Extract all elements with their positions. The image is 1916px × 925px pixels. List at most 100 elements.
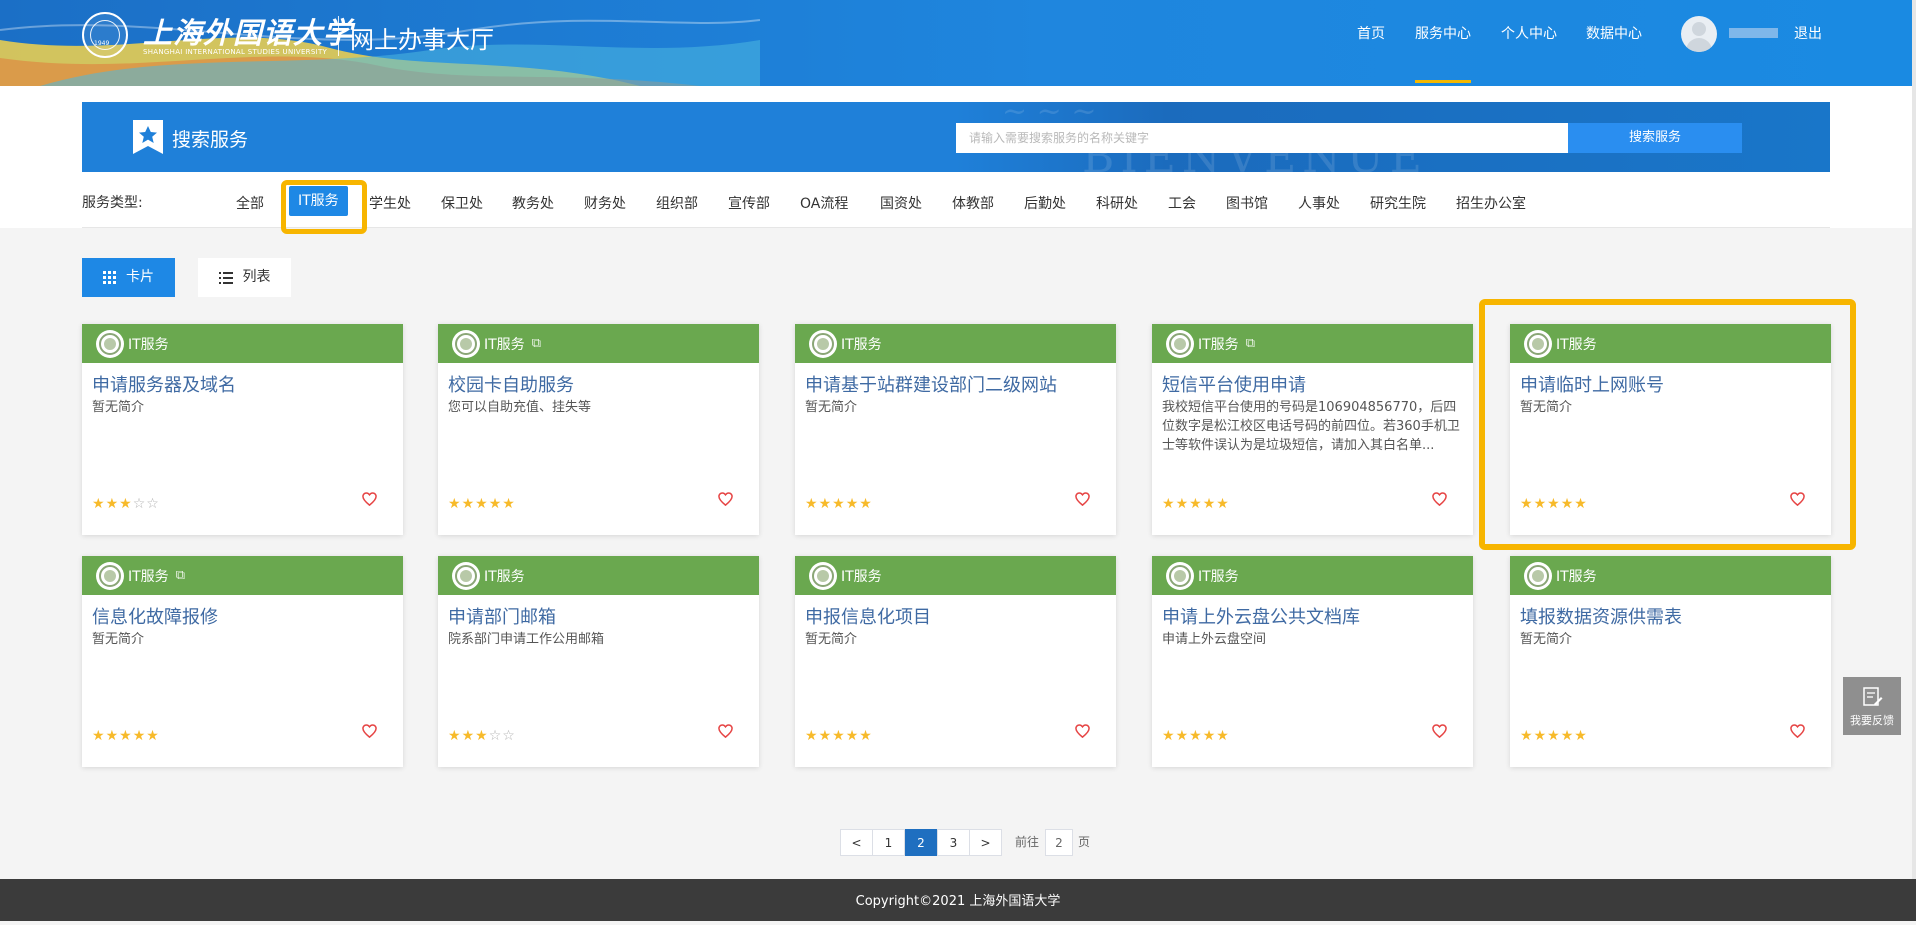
- type-student-affairs[interactable]: 学生处: [369, 193, 411, 213]
- star-filled-icon: ★: [119, 496, 133, 512]
- card-title[interactable]: 申报信息化项目: [805, 603, 931, 629]
- card-title[interactable]: 申请部门邮箱: [448, 603, 556, 629]
- card-description: 暂无简介: [805, 400, 858, 415]
- nav-service-center[interactable]: 服务中心: [1415, 23, 1471, 43]
- goto-suffix: 页: [1077, 835, 1090, 849]
- star-filled-icon: ★: [859, 728, 873, 744]
- favorite-heart-icon[interactable]: [718, 724, 733, 739]
- card-header: IT服务: [795, 324, 1116, 363]
- page-2-current[interactable]: 2: [905, 829, 937, 856]
- next-page-button[interactable]: >: [969, 829, 1002, 856]
- card-header: IT服务: [82, 324, 403, 363]
- logo-divider: [338, 16, 339, 56]
- service-card[interactable]: IT服务申请基于站群建设部门二级网站暂无简介 ★★★★★: [795, 324, 1116, 535]
- external-link-icon[interactable]: ⧉: [1246, 336, 1255, 351]
- type-security[interactable]: 保卫处: [441, 193, 483, 213]
- nav-personal-center[interactable]: 个人中心: [1501, 23, 1557, 43]
- favorite-heart-icon[interactable]: [718, 492, 733, 507]
- card-category: IT服务: [484, 336, 525, 353]
- service-card[interactable]: IT服务 填报数据资源供需表 暂无简介 ★★★★★: [1510, 556, 1831, 767]
- card-title[interactable]: 申请服务器及域名: [92, 371, 236, 397]
- prev-page-button[interactable]: <: [840, 829, 873, 856]
- favorite-heart-icon[interactable]: [1075, 724, 1090, 739]
- card-view-label: 卡片: [126, 269, 154, 285]
- type-academic-affairs[interactable]: 教务处: [512, 193, 554, 213]
- page-1[interactable]: 1: [872, 829, 905, 856]
- university-name-cn: 上海外国语大学: [143, 16, 354, 50]
- type-admissions[interactable]: 招生办公室: [1456, 193, 1526, 213]
- university-name-en: SHANGHAI INTERNATIONAL STUDIES UNIVERSIT…: [143, 48, 328, 56]
- star-filled-icon: ★: [845, 496, 860, 512]
- card-title[interactable]: 申请上外云盘公共文档库: [1162, 603, 1360, 629]
- logout-link[interactable]: 退出: [1794, 23, 1822, 43]
- card-title[interactable]: 填报数据资源供需表: [1520, 603, 1682, 629]
- star-filled-icon: ★: [475, 728, 489, 744]
- favorite-heart-icon[interactable]: [1790, 724, 1805, 739]
- service-card[interactable]: IT服务 ⧉ 短信平台使用申请 我校短信平台使用的号码是106904856770，后四…: [1152, 324, 1473, 535]
- favorite-heart-icon[interactable]: [362, 724, 377, 739]
- favorite-heart-icon[interactable]: [1075, 492, 1090, 507]
- type-oa-process[interactable]: OA流程: [800, 193, 848, 213]
- type-assets[interactable]: 国资处: [880, 193, 922, 213]
- grid-icon: [103, 271, 116, 284]
- card-title[interactable]: 信息化故障报修: [92, 603, 218, 629]
- card-description: 院系部门申请工作公用邮箱: [448, 632, 605, 647]
- card-category: IT服务: [1556, 568, 1597, 585]
- service-card[interactable]: IT服务 申报信息化项目 暂无简介 ★★★★★: [795, 556, 1116, 767]
- list-icon: [218, 271, 233, 284]
- bookmark-star-icon: [133, 120, 163, 154]
- service-card[interactable]: IT服务 申请服务器及域名 暂无简介 ★★★☆☆: [82, 324, 403, 535]
- page-3[interactable]: 3: [937, 829, 970, 856]
- star-filled-icon: ★: [1175, 496, 1190, 512]
- type-sports[interactable]: 体教部: [952, 193, 994, 213]
- scrollbar-track[interactable]: [1912, 0, 1916, 921]
- star-empty-icon: ☆: [488, 728, 503, 744]
- card-category: IT服务: [128, 336, 169, 353]
- edit-note-icon: [1863, 687, 1883, 706]
- card-description: 暂无简介: [92, 632, 145, 647]
- external-link-icon[interactable]: ⧉: [176, 568, 185, 583]
- service-card[interactable]: IT服务 ⧉ 校园卡自助服务 您可以自助充值、挂失等 ★★★★★: [438, 324, 759, 535]
- category-badge-icon: [452, 561, 480, 590]
- type-publicity[interactable]: 宣传部: [728, 193, 770, 213]
- type-organization[interactable]: 组织部: [656, 193, 698, 213]
- type-all[interactable]: 全部: [236, 193, 264, 213]
- type-research[interactable]: 科研处: [1096, 193, 1138, 213]
- goto-page-input[interactable]: 2: [1045, 829, 1073, 856]
- nav-home[interactable]: 首页: [1357, 23, 1385, 43]
- external-link-icon[interactable]: ⧉: [532, 336, 541, 351]
- card-title[interactable]: 短信平台使用申请: [1162, 371, 1306, 397]
- rating-stars: ★★★★★: [805, 497, 873, 511]
- type-graduate-school[interactable]: 研究生院: [1370, 193, 1426, 213]
- type-library[interactable]: 图书馆: [1226, 193, 1268, 213]
- card-title[interactable]: 校园卡自助服务: [448, 371, 574, 397]
- feedback-button[interactable]: 我要反馈: [1843, 677, 1901, 735]
- type-hr[interactable]: 人事处: [1298, 193, 1340, 213]
- type-finance[interactable]: 财务处: [584, 193, 626, 213]
- card-view-button[interactable]: 卡片: [82, 258, 175, 297]
- rating-stars: ★★★☆☆: [92, 497, 160, 511]
- search-button[interactable]: 搜索服务: [1568, 123, 1742, 153]
- university-seal-logo[interactable]: 1949: [82, 12, 128, 58]
- star-filled-icon: ★: [1533, 728, 1548, 744]
- list-view-button[interactable]: 列表: [198, 258, 291, 297]
- type-logistics[interactable]: 后勤处: [1024, 193, 1066, 213]
- rating-stars: ★★★★★: [1162, 497, 1230, 511]
- type-union[interactable]: 工会: [1168, 193, 1196, 213]
- card-description: 申请上外云盘空间: [1162, 632, 1267, 647]
- favorite-heart-icon[interactable]: [362, 492, 377, 507]
- star-filled-icon: ★: [805, 728, 819, 744]
- service-card[interactable]: IT服务 申请上外云盘公共文档库 申请上外云盘空间 ★★★★★: [1152, 556, 1473, 767]
- user-avatar[interactable]: [1681, 16, 1717, 52]
- favorite-heart-icon[interactable]: [1432, 724, 1447, 739]
- card-title[interactable]: 申请基于站群建设部门二级网站: [805, 371, 1057, 397]
- service-card[interactable]: IT服务 申请部门邮箱 院系部门申请工作公用邮箱 ★★★☆☆: [438, 556, 759, 767]
- star-filled-icon: ★: [448, 728, 462, 744]
- seal-year: 1949: [94, 40, 110, 47]
- favorite-heart-icon[interactable]: [1432, 492, 1447, 507]
- nav-data-center[interactable]: 数据中心: [1586, 23, 1642, 43]
- star-filled-icon: ★: [448, 496, 462, 512]
- service-card[interactable]: IT服务 ⧉ 信息化故障报修 暂无简介 ★★★★★: [82, 556, 403, 767]
- star-filled-icon: ★: [845, 728, 860, 744]
- search-input[interactable]: [956, 123, 1568, 153]
